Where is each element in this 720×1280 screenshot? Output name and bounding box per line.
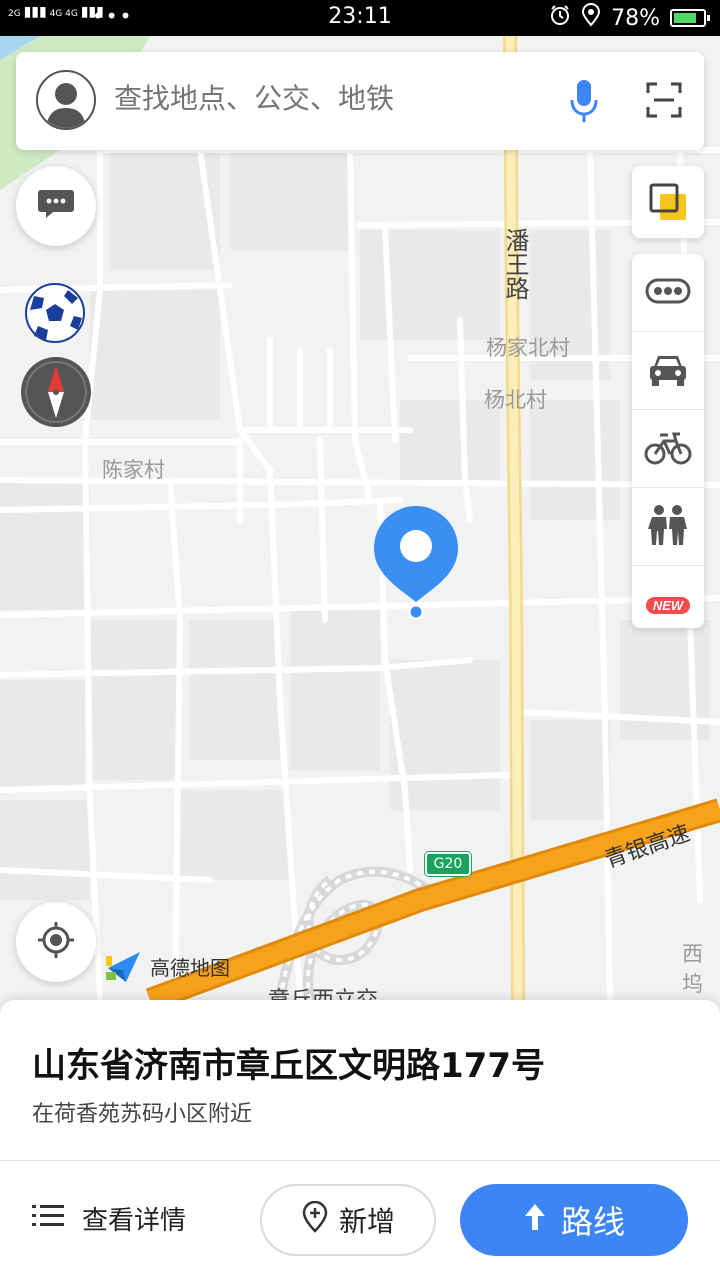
compass-icon[interactable] <box>20 356 92 432</box>
message-icon <box>37 188 75 224</box>
amap-logo: 高德地图 <box>104 946 230 986</box>
traffic-button[interactable] <box>632 254 704 332</box>
add-place-label: 新增 <box>338 1205 395 1238</box>
messages-button[interactable] <box>16 166 96 246</box>
status-bar: 2G ▮▮▮ 4G 4G ▮▮▮ ••• 23:11 78% <box>0 0 720 36</box>
search-input[interactable] <box>114 82 544 115</box>
place-address: 山东省济南市章丘区文明路177号 <box>32 1046 545 1086</box>
highway-shield: G20 <box>425 852 471 876</box>
layers-icon <box>632 166 704 238</box>
walk-icon <box>646 504 690 549</box>
sheet-divider <box>0 1160 720 1161</box>
new-badge: NEW <box>645 596 691 614</box>
view-details-label: 查看详情 <box>82 1206 187 1236</box>
layers-button[interactable] <box>632 166 704 238</box>
view-details-button[interactable]: 查看详情 <box>32 1200 186 1237</box>
scan-icon[interactable] <box>646 82 682 122</box>
place-info-sheet: 山东省济南市章丘区文明路177号 在荷香苑苏码小区附近 查看详情 新增 路线 <box>0 1000 720 1280</box>
list-icon <box>32 1203 64 1234</box>
route-label: 路线 <box>560 1203 625 1241</box>
taxi-button[interactable] <box>632 332 704 410</box>
route-arrow-icon <box>523 1201 547 1239</box>
traffic-icon <box>645 278 691 308</box>
taxi-icon <box>648 351 688 391</box>
brand-name: 高德地图 <box>150 955 230 980</box>
road-label-panwang: 潘王路 <box>501 228 529 300</box>
walk-button[interactable] <box>632 488 704 566</box>
location-status-icon <box>581 3 601 33</box>
battery-icon <box>670 9 710 27</box>
locate-me-button[interactable] <box>16 902 96 982</box>
football-icon[interactable] <box>24 282 86 348</box>
village-label: 杨北村 <box>484 388 547 412</box>
avatar[interactable] <box>36 70 96 130</box>
search-bar[interactable] <box>16 52 704 150</box>
village-label: 陈家村 <box>102 458 165 482</box>
interchange-label: 章丘西立交 <box>268 982 378 1000</box>
microphone-icon[interactable] <box>568 78 600 128</box>
alarm-icon <box>549 4 571 32</box>
locate-icon <box>36 920 76 964</box>
route-button[interactable]: 路线 <box>460 1184 688 1256</box>
bike-button[interactable] <box>632 410 704 488</box>
bike-icon <box>644 429 692 469</box>
place-nearby: 在荷香苑苏码小区附近 <box>32 1102 253 1127</box>
map-view[interactable]: 潘王路 杨家北村 杨北村 陈家村 青银高速 G20 章丘西立交 西坞 <box>0 36 720 1000</box>
new-feature-button[interactable]: NEW <box>632 566 704 644</box>
battery-percent: 78% <box>611 5 660 31</box>
edge-place-label: 西坞 <box>682 942 703 996</box>
village-label: 杨家北村 <box>486 336 570 360</box>
add-place-button[interactable]: 新增 <box>260 1184 436 1256</box>
add-location-icon <box>301 1200 329 1240</box>
travel-mode-panel: NEW <box>632 254 704 628</box>
